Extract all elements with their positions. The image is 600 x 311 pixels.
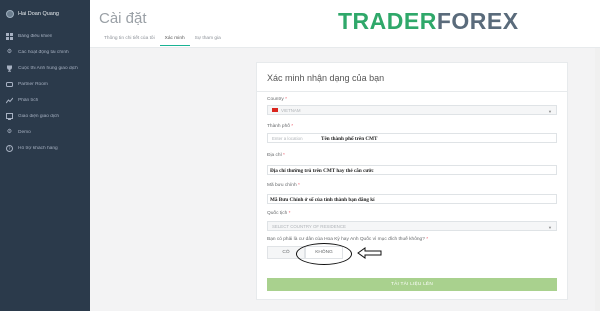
logo-part-trader: TRADER	[338, 8, 437, 34]
required-mark: *	[297, 183, 300, 188]
sidebar-item-support[interactable]: ? Hỗ trợ khách hàng	[0, 140, 90, 156]
verification-card: Xác minh nhận dạng của bạn Country * VIE…	[256, 62, 568, 300]
city-label-text: Thành phố	[267, 124, 290, 129]
country-select[interactable]: VIETNAM ▼	[267, 105, 557, 115]
traderforex-logo: TRADERFOREX	[338, 8, 519, 35]
sidebar-item-label: Phân tích	[18, 97, 39, 103]
required-mark: *	[283, 153, 285, 158]
country-label-text: Country	[267, 97, 284, 102]
chevron-down-icon: ▼	[548, 109, 552, 114]
card-title: Xác minh nhận dạng của bạn	[267, 73, 385, 83]
logo-part-forex: FOREX	[436, 8, 519, 34]
terminal-icon	[6, 112, 13, 120]
divider	[257, 91, 567, 92]
sidebar-item-demo[interactable]: ⚙ Demo	[0, 124, 90, 140]
postal-label-text: Mã bưu chính	[267, 183, 297, 188]
profile[interactable]: Hai Doan Quang	[0, 0, 90, 28]
sidebar-item-label: Partner Room	[18, 81, 48, 87]
citizenship-placeholder: SELECT COUNTRY OF RESIDENCE	[272, 223, 346, 229]
sidebar-item-label: Demo	[18, 129, 31, 135]
profile-name: Hai Doan Quang	[18, 11, 59, 17]
tab-my-details[interactable]: Thông tin chi tiết của tôi	[99, 36, 160, 46]
tab-bar: Thông tin chi tiết của tôi Xác minh Sự t…	[99, 36, 226, 46]
sidebar-item-contest[interactable]: Cuộc thi Anh hùng giao dịch	[0, 60, 90, 76]
tab-participation[interactable]: Sự tham gia	[190, 36, 226, 46]
city-input[interactable]: Enter a location	[267, 133, 557, 143]
required-mark: *	[291, 124, 294, 129]
tab-verification[interactable]: Xác minh	[159, 36, 190, 46]
page-title: Cài đặt	[99, 10, 147, 27]
city-label: Thành phố *	[267, 124, 293, 129]
required-mark: *	[285, 97, 288, 102]
address-label: Địa chỉ *	[267, 153, 285, 158]
sidebar-item-dashboard[interactable]: Bảng điều khiển	[0, 28, 90, 44]
sidebar-item-partner-room[interactable]: Partner Room	[0, 76, 90, 92]
city-placeholder: Enter a location	[272, 135, 303, 141]
partner-icon	[6, 81, 13, 88]
trophy-icon	[6, 65, 13, 72]
help-icon: ?	[6, 144, 13, 152]
sidebar-item-finance[interactable]: ⚙ Các hoạt động tài chính	[0, 44, 90, 60]
vietnam-flag-icon	[272, 108, 278, 112]
pointer-arrow-icon	[357, 247, 382, 259]
gear-icon: ⚙	[6, 49, 13, 55]
settings-icon: ⚙	[6, 129, 13, 135]
sidebar: Hai Doan Quang Bảng điều khiển ⚙ Các hoạ…	[0, 0, 90, 311]
sidebar-item-trading[interactable]: Giao diện giao dịch	[0, 108, 90, 124]
highlight-ellipse	[296, 243, 352, 265]
upload-documents-button[interactable]: TẢI TÀI LIỆU LÊN	[267, 278, 557, 291]
sidebar-item-label: Hỗ trợ khách hàng	[18, 145, 58, 151]
dashboard-icon	[6, 32, 13, 40]
chart-line-icon	[6, 97, 13, 104]
scrollbar[interactable]	[595, 48, 600, 311]
sidebar-item-label: Cuộc thi Anh hùng giao dịch	[18, 65, 78, 71]
sidebar-item-analysis[interactable]: Phân tích	[0, 92, 90, 108]
citizenship-select[interactable]: SELECT COUNTRY OF RESIDENCE ▼	[267, 221, 557, 231]
sidebar-item-label: Bảng điều khiển	[18, 33, 53, 39]
avatar	[6, 10, 14, 18]
address-annotation: Địa chỉ thường trú trên CMT hay thẻ căn …	[270, 168, 374, 174]
required-mark: *	[288, 211, 291, 216]
postal-label: Mã bưu chính *	[267, 183, 300, 188]
us-tax-question: Bạn có phải là cư dân của Hoa Kỳ hay Anh…	[267, 237, 428, 242]
chevron-down-icon: ▼	[548, 225, 552, 230]
citizenship-label: Quốc tịch *	[267, 211, 290, 216]
city-annotation: Tên thành phố trên CMT	[321, 136, 378, 142]
sidebar-item-label: Giao diện giao dịch	[18, 113, 60, 119]
sidebar-item-label: Các hoạt động tài chính	[18, 49, 69, 55]
postal-annotation: Mã Bưu Chính ở số của tỉnh thành bạn đăn…	[270, 197, 375, 203]
required-mark: *	[426, 237, 429, 242]
address-label-text: Địa chỉ	[267, 153, 282, 158]
country-value: VIETNAM	[281, 107, 301, 113]
citizenship-label-text: Quốc tịch	[267, 211, 288, 216]
country-label: Country *	[267, 97, 287, 102]
us-tax-question-text: Bạn có phải là cư dân của Hoa Kỳ hay Anh…	[267, 237, 425, 242]
